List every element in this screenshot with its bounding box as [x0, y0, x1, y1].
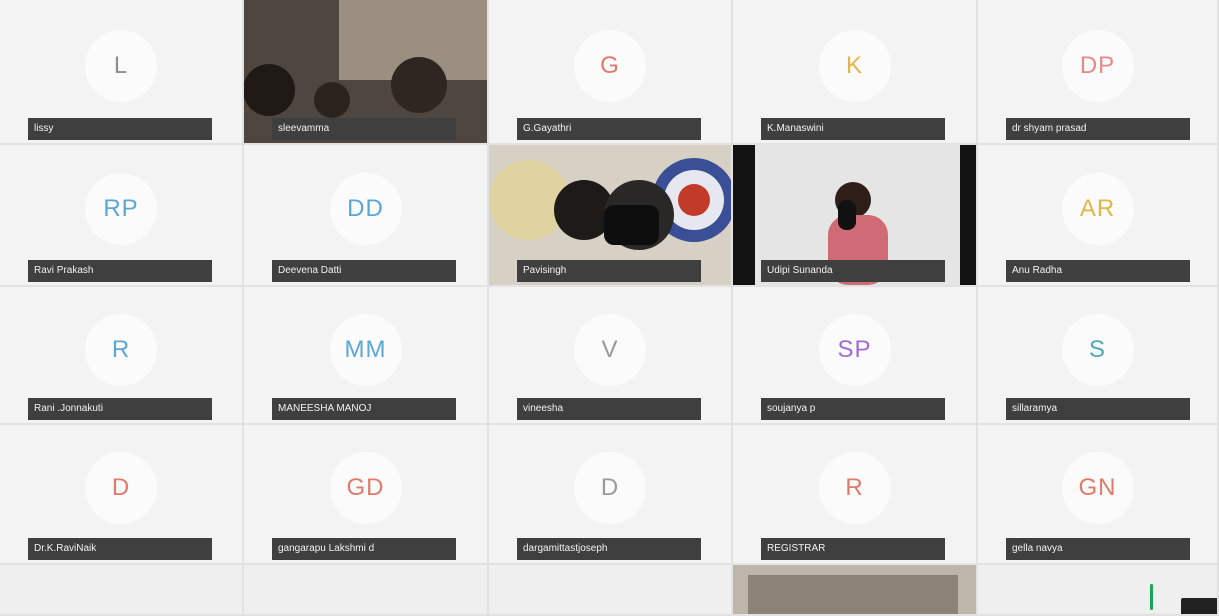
participant-tile[interactable]: SP soujanya p [733, 287, 978, 425]
avatar: RP [85, 173, 157, 246]
participant-name: MANEESHA MANOJ [272, 398, 456, 420]
participant-name: G.Gayathri [517, 118, 701, 140]
avatar: MM [329, 313, 402, 386]
participant-name: gella navya [1006, 538, 1190, 560]
participant-name: dr shyam prasad [1006, 118, 1190, 140]
participant-tile[interactable]: L lissy [0, 0, 244, 145]
avatar: GN [1061, 452, 1134, 525]
participant-tile[interactable]: GN gella navya [978, 425, 1219, 565]
participant-tile[interactable]: GD gangarapu Lakshmi d [244, 425, 489, 565]
avatar: R [85, 313, 157, 386]
avatar: S [1061, 313, 1134, 386]
avatar: D [85, 452, 157, 525]
participant-tile[interactable]: D dargamittastjoseph [489, 425, 733, 565]
avatar: D [574, 452, 646, 525]
participant-tile[interactable]: G G.Gayathri [489, 0, 733, 145]
participant-tile-video[interactable]: Pavisingh [489, 145, 733, 287]
participant-tile-video[interactable]: Udipi Sunanda [733, 145, 978, 287]
avatar: GD [329, 452, 402, 525]
participant-name: Dr.K.RaviNaik [28, 538, 212, 560]
toolbar-button[interactable] [1181, 598, 1217, 614]
participant-tile[interactable]: V vineesha [489, 287, 733, 425]
video-feed [733, 565, 976, 614]
avatar: AR [1061, 173, 1134, 246]
participant-tile[interactable]: D Dr.K.RaviNaik [0, 425, 244, 565]
participant-tile[interactable]: AR Anu Radha [978, 145, 1219, 287]
active-indicator [1150, 584, 1153, 610]
participant-name: Udipi Sunanda [761, 260, 945, 282]
participant-name: dargamittastjoseph [517, 538, 701, 560]
participant-tile[interactable]: DD Deevena Datti [244, 145, 489, 287]
participant-tile-partial[interactable] [0, 565, 244, 616]
participant-name: soujanya p [761, 398, 945, 420]
avatar: SP [818, 313, 891, 386]
participant-tile[interactable]: DP dr shyam prasad [978, 0, 1219, 145]
participant-name: gangarapu Lakshmi d [272, 538, 456, 560]
participant-name: Deevena Datti [272, 260, 456, 282]
participant-name: sillaramya [1006, 398, 1190, 420]
avatar: G [574, 29, 646, 102]
participant-tile[interactable]: K K.Manaswini [733, 0, 978, 145]
participant-name: lissy [28, 118, 212, 140]
participant-tile[interactable]: R REGISTRAR [733, 425, 978, 565]
participant-tile-video[interactable]: sleevamma [244, 0, 489, 145]
avatar: DD [329, 173, 402, 246]
participant-tile-partial[interactable] [978, 565, 1219, 616]
participant-tile[interactable]: R Rani .Jonnakuti [0, 287, 244, 425]
participant-tile-partial[interactable] [489, 565, 733, 616]
participant-name: sleevamma [272, 118, 456, 140]
participant-name: K.Manaswini [761, 118, 945, 140]
avatar: L [85, 29, 157, 102]
avatar: K [818, 29, 891, 102]
avatar: V [574, 313, 646, 386]
participant-name: Rani .Jonnakuti [28, 398, 212, 420]
participant-tile[interactable]: S sillaramya [978, 287, 1219, 425]
participant-name: REGISTRAR [761, 538, 945, 560]
participant-tile[interactable]: MM MANEESHA MANOJ [244, 287, 489, 425]
participant-tile-partial[interactable] [244, 565, 489, 616]
avatar: R [818, 452, 891, 525]
participant-name: Ravi Prakash [28, 260, 212, 282]
avatar: DP [1061, 29, 1134, 102]
participant-tile[interactable]: RP Ravi Prakash [0, 145, 244, 287]
participant-grid: L lissy sleevamma G G.Gayathri K K.Manas… [0, 0, 1219, 616]
participant-tile-video-partial[interactable] [733, 565, 978, 616]
participant-name: Anu Radha [1006, 260, 1190, 282]
participant-name: Pavisingh [517, 260, 701, 282]
participant-name: vineesha [517, 398, 701, 420]
